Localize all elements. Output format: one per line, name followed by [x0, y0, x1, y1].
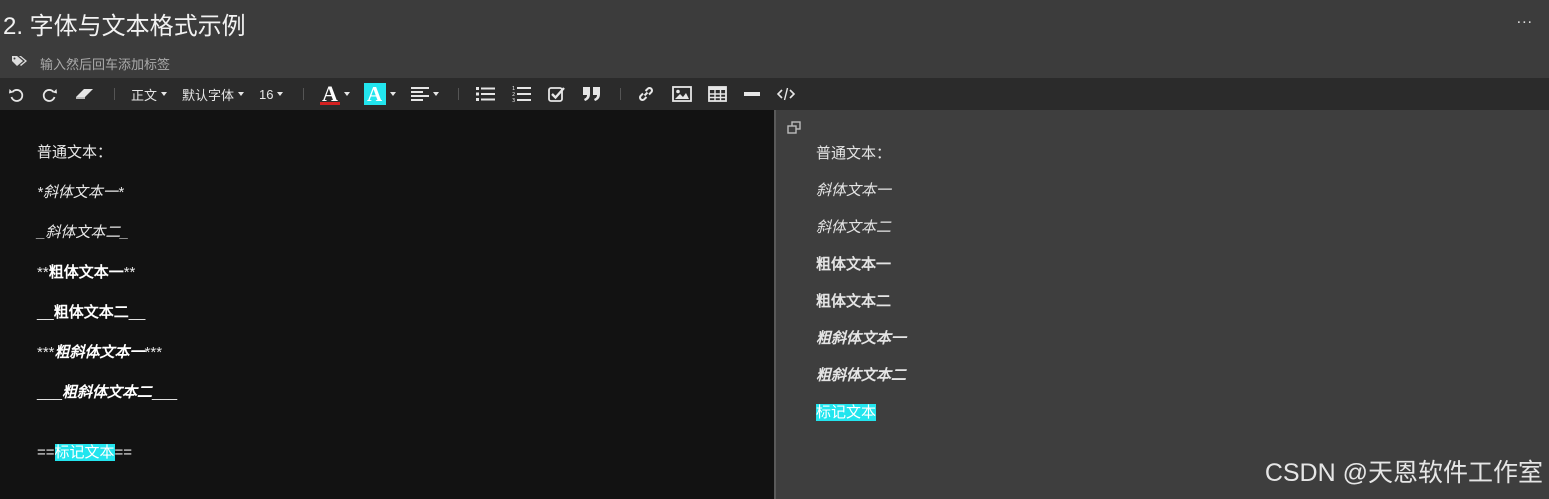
chevron-down-icon [161, 92, 168, 96]
preview-highlight-line: 标记文本 [816, 401, 877, 422]
editor-text: 斜体文本一 [42, 184, 118, 201]
tag-bar: 输入然后回车添加标签 [0, 44, 1549, 78]
preview-bold-italic-text: 粗斜体文本二 [816, 367, 907, 384]
chevron-down-icon [433, 92, 439, 96]
preview-pane: 普通文本： 斜体文本一 斜体文本二 粗体文本一 粗体文本二 粗斜体文本一 粗斜体… [776, 110, 1549, 499]
toolbar-separator [458, 88, 459, 100]
highlighted-text: 标记文本 [54, 444, 115, 461]
editor-line: *斜体文本一* [37, 181, 124, 202]
horizontal-rule-icon[interactable] [744, 78, 760, 110]
editor-line: ___粗斜体文本二___ [37, 381, 177, 402]
tag-input[interactable]: 输入然后回车添加标签 [40, 54, 170, 73]
editor-toolbar: 正文 默认字体 16 A A 123 [0, 78, 1549, 110]
toolbar-separator [114, 88, 115, 100]
editor-text: 普通文本： [37, 144, 113, 161]
font-size-dropdown[interactable]: 16 [259, 78, 284, 110]
table-icon[interactable] [708, 78, 727, 110]
font-size-label: 16 [259, 86, 274, 102]
preview-bold-italic-text: 粗斜体文本一 [816, 330, 907, 347]
markup-token: *** [144, 344, 163, 361]
bullet-list-icon[interactable] [476, 78, 495, 110]
toolbar-separator [303, 88, 304, 100]
font-color-icon: A [320, 81, 340, 106]
title-bar: 2. 字体与文本格式示例 ... [0, 0, 1549, 44]
editor-line: __粗体文本二__ [37, 301, 145, 322]
font-color-button[interactable]: A [320, 78, 350, 110]
preview-normal-text: 普通文本： [816, 145, 892, 162]
toolbar-separator [620, 88, 621, 100]
editor-line: _斜体文本二_ [37, 221, 129, 242]
align-left-icon [411, 87, 429, 101]
background-color-glyph: A [367, 82, 383, 106]
markup-token: __ [37, 304, 54, 321]
paragraph-style-dropdown[interactable]: 正文 [131, 78, 168, 110]
background-color-button[interactable]: A [364, 78, 396, 110]
editor-line: 普通文本： [37, 141, 112, 162]
task-list-icon[interactable] [548, 78, 566, 110]
code-icon[interactable] [776, 78, 796, 110]
preview-italic-text: 斜体文本一 [816, 182, 892, 199]
copy-icon[interactable] [787, 121, 801, 134]
font-family-dropdown[interactable]: 默认字体 [182, 78, 245, 110]
markup-token: *** [37, 344, 55, 361]
editor-line: ==标记文本== [37, 441, 132, 462]
link-icon[interactable] [637, 78, 655, 110]
font-family-label: 默认字体 [182, 87, 235, 103]
chevron-down-icon [238, 92, 245, 96]
markup-token: ___ [37, 384, 63, 401]
markup-token: * [117, 184, 124, 201]
preview-highlighted-text: 标记文本 [816, 404, 877, 421]
chevron-down-icon [344, 92, 350, 96]
tag-icon [12, 56, 27, 66]
editor-text: 粗体文本一 [48, 264, 124, 281]
editor-text: 粗斜体文本二 [62, 384, 153, 401]
paragraph-style-label: 正文 [131, 87, 158, 103]
markup-token: == [114, 444, 133, 461]
markup-token: == [37, 444, 55, 461]
markup-token: _ [120, 224, 129, 241]
preview-bold-text: 粗体文本二 [816, 293, 892, 310]
editor-text: 粗斜体文本一 [54, 344, 145, 361]
image-icon[interactable] [672, 78, 692, 110]
align-dropdown[interactable] [411, 78, 439, 110]
ordered-list-icon[interactable]: 123 [512, 78, 531, 110]
editor-text: 斜体文本二 [45, 224, 121, 241]
chevron-down-icon [390, 92, 396, 96]
markdown-editor[interactable]: 普通文本： *斜体文本一* _斜体文本二_ **粗体文本一** __粗体文本二_… [0, 110, 774, 499]
editor-line: **粗体文本一** [37, 261, 135, 282]
markup-token: ___ [152, 384, 178, 401]
preview-bold-text: 粗体文本一 [816, 256, 892, 273]
background-color-icon: A [364, 82, 386, 106]
markup-token: ** [123, 264, 136, 281]
watermark: CSDN @天恩软件工作室 [1264, 459, 1543, 487]
svg-text:3: 3 [512, 98, 515, 103]
editor-line: ***粗斜体文本一*** [37, 341, 162, 362]
redo-icon[interactable] [41, 78, 58, 110]
eraser-icon[interactable] [75, 78, 95, 110]
markup-token: __ [128, 304, 146, 321]
markup-token: ** [37, 264, 49, 281]
document-title[interactable]: 2. 字体与文本格式示例 [3, 6, 246, 41]
more-options-button[interactable]: ... [1517, 10, 1533, 28]
undo-icon[interactable] [8, 78, 25, 110]
quote-icon[interactable] [582, 78, 602, 110]
editor-text: 粗体文本二 [53, 304, 129, 321]
chevron-down-icon [277, 92, 284, 96]
preview-italic-text: 斜体文本二 [816, 219, 892, 236]
